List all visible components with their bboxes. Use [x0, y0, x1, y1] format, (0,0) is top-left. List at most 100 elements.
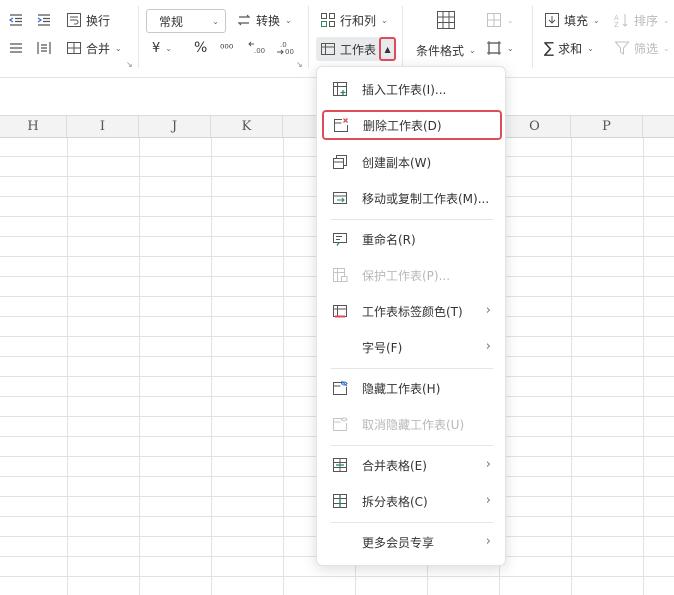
column-header-h[interactable]: H	[0, 116, 67, 138]
insert-sheet-icon	[331, 80, 349, 98]
convert-label: 转换	[256, 13, 281, 28]
chevron-right-icon: ›	[485, 457, 491, 472]
merge-cells-icon	[67, 42, 81, 54]
menu-item-copy-sheet[interactable]: 创建副本(W)	[323, 147, 501, 177]
conditional-format-button[interactable]: 条件格式 ⌄	[416, 39, 476, 61]
menu-item-font-size[interactable]: 字号(F) ›	[323, 332, 501, 362]
delete-sheet-icon	[332, 116, 350, 134]
cell-style-icon	[487, 13, 501, 27]
menu-item-protect-sheet: 保护工作表(P)...	[323, 260, 501, 290]
move-copy-sheet-icon	[331, 189, 349, 207]
worksheet-icon	[321, 43, 335, 55]
svg-text:00: 00	[285, 48, 294, 56]
alignment-launcher-icon[interactable]: ↘	[126, 60, 133, 69]
column-header-o[interactable]: O	[499, 116, 571, 138]
protect-sheet-icon	[331, 266, 349, 284]
decrease-indent-button[interactable]	[8, 9, 24, 31]
chevron-up-icon: ▲	[384, 44, 391, 54]
merge-label: 合并	[86, 41, 111, 56]
hide-sheet-icon	[331, 379, 349, 397]
decrease-indent-icon	[8, 14, 22, 26]
currency-format-button[interactable]: ¥ ⌄	[152, 37, 172, 59]
number-format-select[interactable]: 常规 ⌄	[146, 9, 226, 33]
menu-item-rename[interactable]: 重命名(R)	[323, 224, 501, 254]
rows-cols-button[interactable]: 行和列 ⌄	[320, 9, 388, 31]
decrease-decimal-button[interactable]: .0 00	[276, 37, 294, 59]
tab-color-icon	[331, 302, 349, 320]
column-header-label: K	[241, 119, 252, 134]
rows-cols-icon	[321, 13, 335, 27]
table-style-icon	[437, 11, 455, 29]
group-separator	[532, 6, 533, 68]
align-justify-button[interactable]	[8, 37, 24, 59]
menu-item-split-table[interactable]: 拆分表格(C) ›	[323, 486, 501, 516]
group-separator	[402, 6, 403, 68]
border-icon	[487, 41, 501, 55]
wrap-text-button[interactable]: 换行	[66, 9, 110, 31]
increase-decimal-icon: .00	[248, 41, 265, 55]
unhide-sheet-icon	[331, 415, 349, 433]
menu-item-label: 隐藏工作表(H)	[362, 381, 441, 396]
increase-indent-button[interactable]	[36, 9, 52, 31]
menu-separator	[331, 522, 493, 523]
fill-icon	[545, 13, 559, 27]
menu-item-label: 取消隐藏工作表(U)	[362, 417, 465, 432]
fill-button[interactable]: 填充 ⌄	[544, 9, 600, 31]
border-button[interactable]: ⌄	[486, 37, 514, 59]
percent-format-button[interactable]: %	[194, 37, 207, 59]
percent-icon: %	[194, 40, 208, 56]
number-launcher-icon[interactable]: ↘	[296, 60, 303, 69]
table-style-button[interactable]	[436, 9, 456, 31]
distributed-align-button[interactable]	[36, 37, 52, 59]
group-separator	[308, 6, 309, 68]
number-format-value: 常规	[159, 14, 184, 29]
column-header-q[interactable]	[643, 116, 674, 138]
filter-button[interactable]: 筛选 ⌄	[614, 37, 670, 59]
menu-item-label: 重命名(R)	[362, 232, 416, 247]
convert-button[interactable]: 转换 ⌄	[236, 9, 292, 31]
column-header-i[interactable]: I	[67, 116, 139, 138]
worksheet-button[interactable]: 工作表 ▲	[316, 37, 397, 61]
sum-label: 求和	[558, 41, 583, 56]
menu-item-label: 工作表标签颜色(T)	[362, 304, 463, 319]
filter-label: 筛选	[634, 41, 659, 56]
chevron-right-icon: ›	[485, 303, 491, 318]
worksheet-label: 工作表	[340, 42, 377, 57]
column-header-label: P	[602, 119, 611, 134]
menu-item-label: 移动或复制工作表(M)...	[362, 191, 490, 206]
chevron-right-icon: ›	[485, 534, 491, 549]
svg-text:Z: Z	[614, 21, 619, 28]
thousands-separator-icon: ⁰⁰⁰	[220, 41, 234, 55]
cell-style-button[interactable]: ⌄	[486, 9, 514, 31]
menu-item-more-member[interactable]: 更多会员专享 ›	[323, 527, 501, 557]
distributed-align-icon	[37, 42, 51, 54]
column-header-j[interactable]: J	[139, 116, 211, 138]
menu-item-move-copy-sheet[interactable]: 移动或复制工作表(M)...	[323, 183, 501, 213]
worksheet-dropdown-arrow[interactable]: ▲	[379, 37, 397, 61]
menu-item-label: 插入工作表(I)...	[362, 82, 447, 97]
menu-item-delete-sheet[interactable]: 删除工作表(D)	[322, 110, 502, 140]
worksheet-dropdown-menu: 插入工作表(I)... 删除工作表(D) 创建副本(W) 移动或复制工作表(M)…	[316, 66, 506, 566]
menu-item-insert-sheet[interactable]: 插入工作表(I)...	[323, 74, 501, 104]
menu-item-label: 字号(F)	[362, 340, 403, 355]
wrap-text-icon	[67, 13, 81, 27]
sort-button[interactable]: AZ 排序 ⌄	[614, 9, 670, 31]
menu-item-label: 更多会员专享	[362, 535, 435, 550]
menu-separator	[331, 219, 493, 220]
menu-item-hide-sheet[interactable]: 隐藏工作表(H)	[323, 373, 501, 403]
split-table-icon	[331, 492, 349, 510]
menu-item-tab-color[interactable]: 工作表标签颜色(T) ›	[323, 296, 501, 326]
thousands-separator-button[interactable]: ⁰⁰⁰	[220, 37, 233, 59]
conditional-format-label: 条件格式	[416, 43, 465, 58]
wrap-text-label: 换行	[86, 13, 111, 28]
increase-decimal-button[interactable]: .00	[248, 37, 266, 59]
menu-item-merge-tables[interactable]: 合并表格(E) ›	[323, 450, 501, 480]
merge-tables-icon	[331, 456, 349, 474]
increase-indent-icon	[37, 14, 50, 26]
sum-button[interactable]: ∑ 求和 ⌄	[544, 37, 594, 59]
merge-button[interactable]: 合并 ⌄	[66, 37, 122, 59]
column-header-p[interactable]: P	[571, 116, 643, 138]
decrease-decimal-icon: .000	[277, 41, 294, 56]
chevron-right-icon: ›	[485, 493, 491, 508]
column-header-k[interactable]: K	[211, 116, 283, 138]
